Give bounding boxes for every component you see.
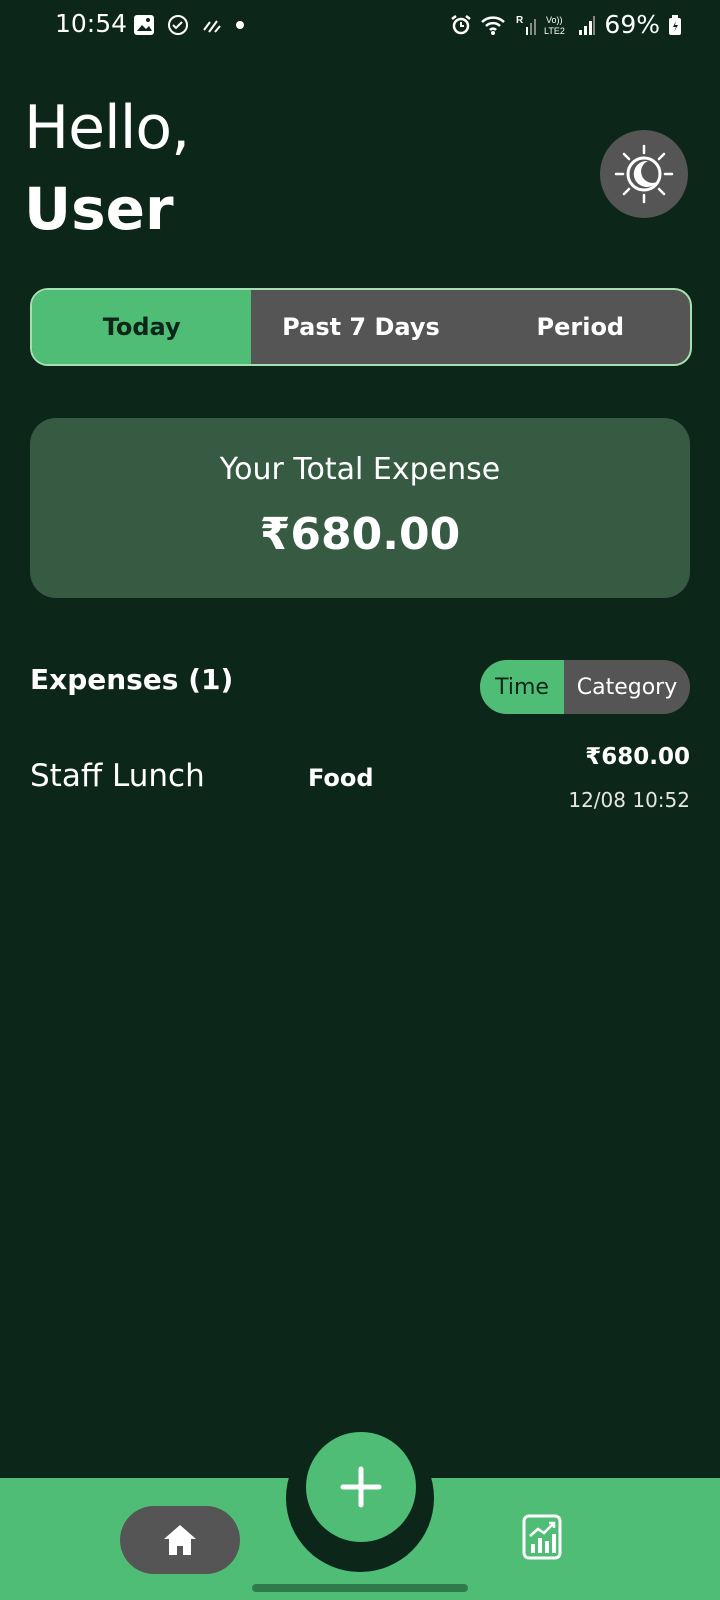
greeting-hello: Hello,	[24, 93, 190, 163]
status-bar: 10:54 R Vo)) LTE2 69%	[0, 0, 720, 54]
dot-icon	[236, 21, 244, 29]
sort-category-button[interactable]: Category	[564, 660, 690, 714]
svg-text:LTE2: LTE2	[544, 26, 565, 36]
expense-amount: ₹680.00	[585, 744, 690, 770]
expenses-header: Expenses (1)	[30, 663, 234, 696]
total-expense-title: Your Total Expense	[219, 452, 501, 487]
theme-toggle-button[interactable]	[600, 130, 688, 218]
status-notification-icons	[133, 14, 245, 36]
nav-stats-button[interactable]	[520, 1512, 564, 1562]
volte-lte-icon: Vo))LTE2	[544, 15, 565, 36]
home-icon	[164, 1525, 196, 1555]
status-time: 10:54	[55, 9, 128, 38]
stats-chart-icon	[522, 1514, 562, 1560]
gallery-icon	[134, 15, 154, 35]
expense-datetime: 12/08 10:52	[568, 788, 690, 812]
tab-today[interactable]: Today	[32, 290, 252, 364]
stars-icon	[203, 20, 221, 33]
tab-past-7-days[interactable]: Past 7 Days	[251, 290, 470, 364]
expense-name: Staff Lunch	[30, 758, 205, 794]
gesture-navigation-bar[interactable]	[252, 1584, 468, 1592]
total-expense-amount: ₹680.00	[259, 509, 461, 560]
sort-toggle: Time Category	[480, 660, 690, 714]
svg-text:Vo)): Vo))	[546, 15, 563, 25]
period-tabs: Today Past 7 Days Period	[30, 288, 692, 366]
nav-home-button[interactable]	[120, 1506, 240, 1574]
alarm-icon	[451, 14, 472, 34]
greeting: Hello, User	[24, 93, 190, 243]
total-expense-card: Your Total Expense ₹680.00	[30, 418, 690, 598]
battery-charging-icon	[669, 14, 681, 35]
check-circle-icon	[168, 15, 188, 35]
signal-icon	[579, 15, 596, 35]
theme-toggle-icon	[614, 144, 674, 204]
greeting-username: User	[24, 175, 174, 243]
add-expense-button[interactable]	[306, 1432, 416, 1542]
status-system-icons: R Vo)) LTE2 69%	[450, 10, 682, 39]
tab-period[interactable]: Period	[471, 290, 690, 364]
sort-time-button[interactable]: Time	[480, 660, 564, 714]
expense-category: Food	[308, 764, 374, 792]
signal-roaming-icon: R	[516, 15, 537, 35]
expense-list-item[interactable]: Staff Lunch Food ₹680.00 12/08 10:52	[30, 740, 690, 830]
battery-percentage: 69%	[604, 10, 660, 39]
plus-icon	[340, 1466, 382, 1508]
svg-text:R: R	[516, 15, 524, 26]
wifi-icon	[481, 15, 506, 35]
